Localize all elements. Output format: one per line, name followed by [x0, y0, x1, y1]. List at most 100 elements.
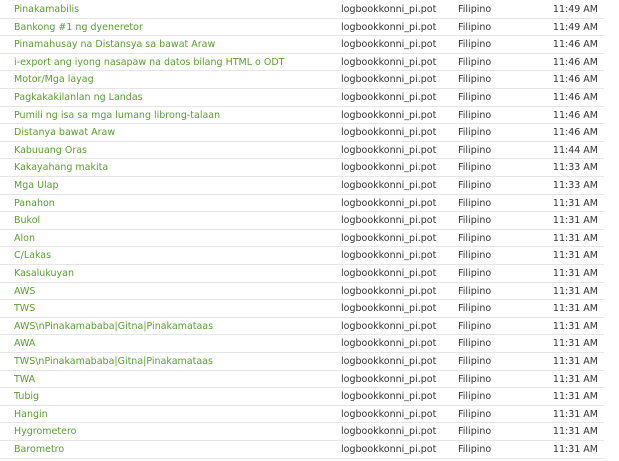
string-link[interactable]: Kabuuang Oras: [14, 142, 334, 159]
language: Filipino: [458, 39, 492, 51]
language: Filipino: [458, 109, 492, 121]
table-row: Bankong #1 ng dyeneretor logbookkonni_pi…: [0, 19, 604, 37]
language: Filipino: [458, 215, 492, 227]
file-name: logbookkonni_pi.pot: [341, 338, 437, 350]
timestamp: 11:44 AM: [552, 144, 598, 156]
string-link[interactable]: Tubig: [14, 388, 334, 405]
string-link[interactable]: Pumili ng isa sa mga lumang librong-tala…: [14, 107, 334, 124]
table-row: Pumili ng isa sa mga lumang librong-tala…: [0, 107, 604, 125]
string-link[interactable]: Bankong #1 ng dyeneretor: [14, 19, 334, 36]
language: Filipino: [458, 373, 492, 385]
table-row: Pagkakakilanlan ng Landas logbookkonni_p…: [0, 89, 604, 107]
string-link[interactable]: C/Lakas: [14, 247, 334, 264]
table-row: Alon logbookkonni_pi.pot Filipino 11:31 …: [0, 230, 604, 248]
language: Filipino: [458, 338, 492, 350]
language: Filipino: [458, 197, 492, 209]
language: Filipino: [458, 144, 492, 156]
timestamp: 11:31 AM: [552, 250, 598, 262]
language: Filipino: [458, 162, 492, 174]
string-link[interactable]: Panahon: [14, 195, 334, 212]
file-name: logbookkonni_pi.pot: [341, 4, 437, 15]
timestamp: 11:31 AM: [552, 356, 598, 367]
timestamp: 11:46 AM: [552, 109, 598, 121]
string-link[interactable]: i-export ang iyong nasapaw na datos bila…: [14, 54, 334, 71]
table-row: Kasalukuyan logbookkonni_pi.pot Filipino…: [0, 265, 604, 283]
string-link[interactable]: Alon: [14, 230, 334, 247]
file-name: logbookkonni_pi.pot: [341, 250, 437, 262]
string-link[interactable]: Mga Ulap: [14, 177, 334, 194]
timestamp: 11:31 AM: [552, 426, 598, 438]
timestamp: 11:46 AM: [552, 127, 598, 139]
file-name: logbookkonni_pi.pot: [341, 444, 437, 455]
language: Filipino: [458, 320, 492, 332]
language: Filipino: [458, 444, 492, 455]
string-link[interactable]: Hygrometero: [14, 423, 334, 440]
language: Filipino: [458, 74, 492, 86]
language: Filipino: [458, 56, 492, 68]
timestamp: 11:31 AM: [552, 215, 598, 227]
file-name: logbookkonni_pi.pot: [341, 320, 437, 332]
string-link[interactable]: Pagkakakilanlan ng Landas: [14, 89, 334, 106]
file-name: logbookkonni_pi.pot: [341, 215, 437, 227]
language: Filipino: [458, 232, 492, 244]
file-name: logbookkonni_pi.pot: [341, 56, 437, 68]
table-row: Panahon logbookkonni_pi.pot Filipino 11:…: [0, 195, 604, 213]
timestamp: 11:31 AM: [552, 373, 598, 385]
string-link[interactable]: Hangin: [14, 406, 334, 423]
timestamp: 11:31 AM: [552, 303, 598, 315]
table-row: Mga Ulap logbookkonni_pi.pot Filipino 11…: [0, 177, 604, 195]
string-link[interactable]: TWS: [14, 300, 334, 317]
string-link[interactable]: TWA: [14, 371, 334, 388]
timestamp: 11:31 AM: [552, 268, 598, 279]
table-row: AWS logbookkonni_pi.pot Filipino 11:31 A…: [0, 283, 604, 301]
timestamp: 11:31 AM: [552, 285, 598, 297]
string-link[interactable]: Bukol: [14, 212, 334, 229]
string-link[interactable]: Kasalukuyan: [14, 265, 334, 282]
string-link[interactable]: Kakayahang makita: [14, 159, 334, 176]
file-name: logbookkonni_pi.pot: [341, 144, 437, 156]
file-name: logbookkonni_pi.pot: [341, 232, 437, 244]
timestamp: 11:46 AM: [552, 92, 598, 103]
timestamp: 11:46 AM: [552, 56, 598, 68]
table-row: Bukol logbookkonni_pi.pot Filipino 11:31…: [0, 212, 604, 230]
language: Filipino: [458, 391, 492, 403]
string-link[interactable]: Motor/Mga layag: [14, 71, 334, 88]
table-row: C/Lakas logbookkonni_pi.pot Filipino 11:…: [0, 247, 604, 265]
string-link[interactable]: AWA: [14, 335, 334, 352]
translation-strings-list: Pinakamabilis logbookkonni_pi.pot Filipi…: [0, 0, 619, 461]
string-link[interactable]: TWS\nPinakamababa|Gitna|Pinakamataas: [14, 353, 334, 370]
table-row: TWS\nPinakamababa|Gitna|Pinakamataas log…: [0, 353, 604, 371]
language: Filipino: [458, 21, 492, 33]
table-row: Hangin logbookkonni_pi.pot Filipino 11:3…: [0, 406, 604, 424]
file-name: logbookkonni_pi.pot: [341, 356, 437, 367]
string-link[interactable]: AWS\nPinakamababa|Gitna|Pinakamataas: [14, 318, 334, 335]
language: Filipino: [458, 356, 492, 367]
language: Filipino: [458, 268, 492, 279]
language: Filipino: [458, 426, 492, 438]
timestamp: 11:31 AM: [552, 408, 598, 420]
string-link[interactable]: Barometro: [14, 441, 334, 458]
table-row: TWS logbookkonni_pi.pot Filipino 11:31 A…: [0, 300, 604, 318]
table-row: Pinakamabilis logbookkonni_pi.pot Filipi…: [0, 1, 604, 19]
file-name: logbookkonni_pi.pot: [341, 180, 437, 191]
file-name: logbookkonni_pi.pot: [341, 74, 437, 86]
table-row: i-export ang iyong nasapaw na datos bila…: [0, 54, 604, 72]
table-row: Motor/Mga layag logbookkonni_pi.pot Fili…: [0, 71, 604, 89]
timestamp: 11:33 AM: [552, 162, 598, 174]
table-row: AWS\nPinakamababa|Gitna|Pinakamataas log…: [0, 318, 604, 336]
language: Filipino: [458, 4, 492, 15]
string-link[interactable]: AWS: [14, 283, 334, 300]
timestamp: 11:46 AM: [552, 39, 598, 51]
string-link[interactable]: Pinamahusay na Distansya sa bawat Araw: [14, 36, 334, 53]
file-name: logbookkonni_pi.pot: [341, 391, 437, 403]
language: Filipino: [458, 180, 492, 191]
file-name: logbookkonni_pi.pot: [341, 285, 437, 297]
string-link[interactable]: Pinakamabilis: [14, 1, 334, 18]
timestamp: 11:49 AM: [552, 4, 598, 15]
file-name: logbookkonni_pi.pot: [341, 92, 437, 103]
string-link[interactable]: Distanya bawat Araw: [14, 124, 334, 141]
file-name: logbookkonni_pi.pot: [341, 109, 437, 121]
table-row: Kakayahang makita logbookkonni_pi.pot Fi…: [0, 159, 604, 177]
file-name: logbookkonni_pi.pot: [341, 303, 437, 315]
table-row: AWA logbookkonni_pi.pot Filipino 11:31 A…: [0, 335, 604, 353]
